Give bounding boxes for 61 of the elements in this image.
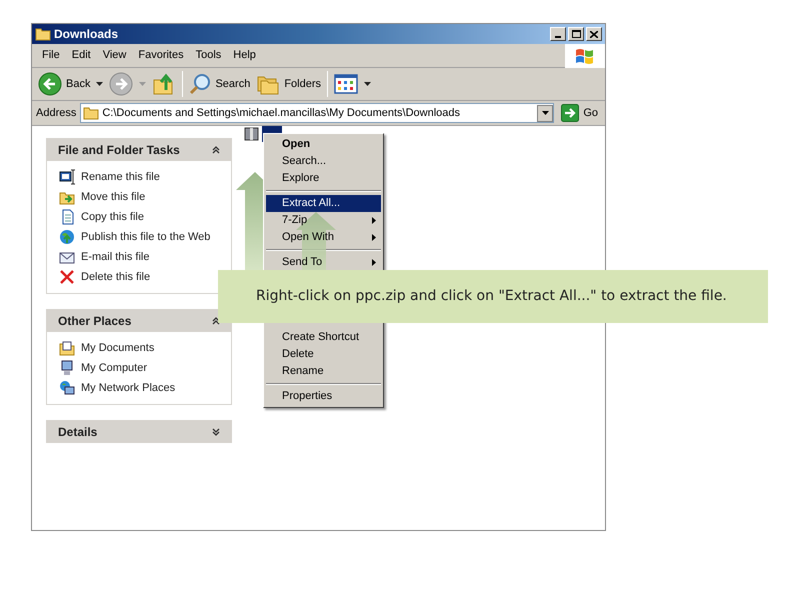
task-link[interactable]: E-mail this file — [81, 248, 150, 266]
address-field[interactable]: C:\Documents and Settings\michael.mancillas\My Documents\Downloads — [80, 103, 554, 123]
computer-icon — [59, 360, 75, 376]
address-label: Address — [36, 106, 76, 121]
menu-item[interactable]: Open With — [266, 229, 381, 246]
task-link[interactable]: Rename this file — [81, 168, 160, 186]
panel-header[interactable]: Details — [46, 420, 232, 443]
folder-icon — [59, 340, 75, 356]
window-title: Downloads — [54, 26, 120, 43]
panel-header[interactable]: Other Places — [46, 309, 232, 332]
panel-header[interactable]: File and Folder Tasks — [46, 138, 232, 161]
menu-item[interactable]: View — [96, 47, 132, 64]
menu-item[interactable]: Rename — [266, 363, 381, 380]
folders-button[interactable]: Folders — [256, 73, 322, 95]
search-button[interactable]: Search — [189, 73, 250, 95]
task-link[interactable]: Delete this file — [81, 268, 150, 286]
menu-item[interactable]: Help — [227, 47, 262, 64]
folder-icon — [83, 106, 100, 120]
dropdown-button[interactable] — [537, 104, 554, 122]
menu-item[interactable]: Explore — [266, 170, 381, 187]
task-link[interactable]: Publish this file to the Web — [81, 228, 210, 246]
views-button[interactable] — [334, 74, 358, 94]
close-x-icon — [590, 30, 598, 38]
menu-item[interactable]: Favorites — [132, 47, 190, 64]
task-link[interactable]: My Documents — [81, 340, 154, 356]
menu-item[interactable]: Tools — [190, 47, 228, 64]
expand-chevron-icon[interactable] — [212, 428, 220, 436]
task-link[interactable]: Copy this file — [81, 208, 144, 226]
minimize-button[interactable] — [550, 27, 566, 41]
menu-item[interactable]: Open — [266, 136, 381, 153]
maximize-button[interactable] — [568, 27, 584, 41]
task-link[interactable]: My Network Places — [81, 380, 176, 396]
search-icon — [189, 73, 212, 95]
forward-button[interactable] — [109, 72, 134, 96]
menu-item[interactable]: Extract All... — [266, 195, 381, 212]
globe-icon — [59, 229, 75, 245]
caret-icon — [542, 111, 549, 115]
close-button[interactable] — [586, 27, 602, 41]
menu-item[interactable]: 7-Zip — [266, 212, 381, 229]
menu-item[interactable]: Search... — [266, 153, 381, 170]
menu-item[interactable]: File — [36, 47, 66, 64]
caret-icon[interactable] — [364, 82, 372, 86]
task-link[interactable]: Move this file — [81, 188, 146, 206]
task-link[interactable]: My Computer — [81, 360, 148, 376]
menu-item[interactable]: Send To — [266, 254, 381, 271]
collapse-chevron-icon[interactable] — [212, 146, 220, 154]
menu-item[interactable]: Create Shortcut — [266, 329, 381, 346]
views-grid-icon — [334, 74, 358, 94]
close-icon — [59, 269, 75, 285]
back-button[interactable]: Back — [38, 72, 90, 96]
folder-icon — [35, 27, 51, 41]
go-button[interactable]: Go — [558, 104, 601, 122]
caret-icon[interactable] — [96, 82, 104, 86]
menu-item[interactable]: Properties — [266, 388, 381, 405]
instruction-callout: Right-click on ppc.zip and click on "Extract All..." to extract the file. — [218, 270, 768, 323]
menu-item[interactable]: Edit — [66, 47, 97, 64]
zip-file-icon — [244, 127, 260, 141]
menu-item[interactable]: Delete — [266, 346, 381, 363]
collapse-chevron-icon[interactable] — [212, 316, 220, 324]
network-icon — [59, 380, 75, 396]
rename-icon — [59, 169, 75, 185]
